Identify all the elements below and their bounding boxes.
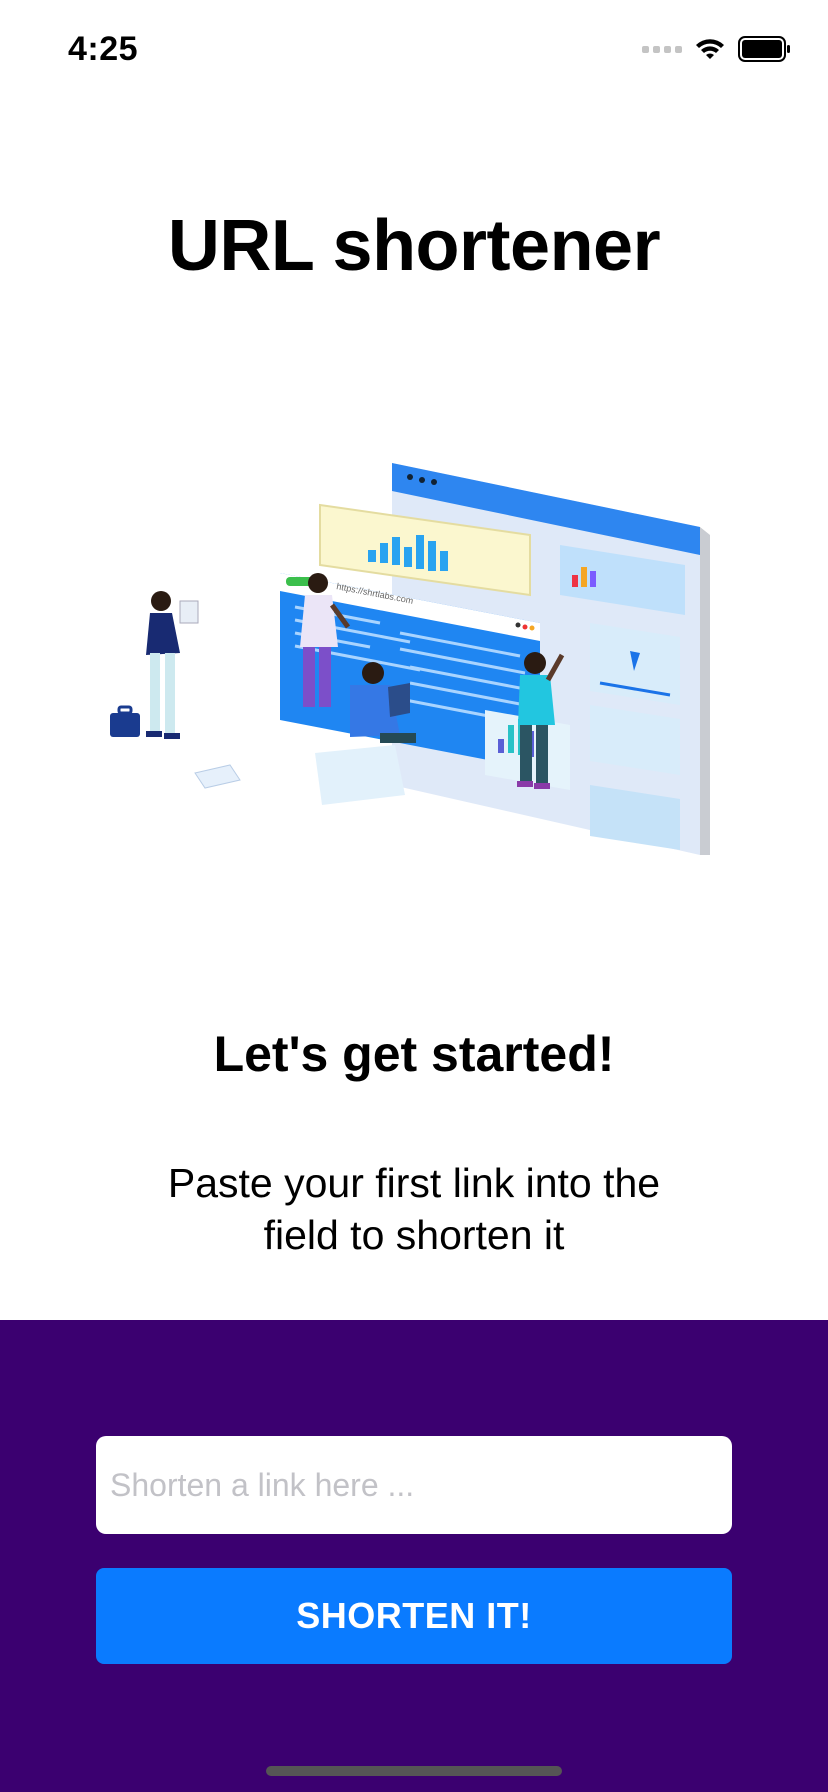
hero-illustration: https://shrtlabs.com (110, 455, 710, 915)
signal-icon (642, 36, 682, 62)
status-bar: 4:25 (0, 0, 828, 100)
status-icons (642, 36, 792, 62)
status-time: 4:25 (68, 30, 139, 68)
battery-icon (738, 36, 792, 62)
page-title: URL shortener (167, 206, 661, 286)
home-indicator (266, 1766, 562, 1776)
onboarding-subtitle: Paste your first link into the field to … (167, 1160, 661, 1258)
shorten-button[interactable]: SHORTEN IT! (96, 1568, 732, 1664)
wifi-icon (694, 37, 726, 61)
onboarding-heading: Let's get started! (213, 1026, 615, 1082)
link-input[interactable] (96, 1436, 732, 1534)
shorten-form-panel: SHORTEN IT! (0, 1320, 828, 1792)
